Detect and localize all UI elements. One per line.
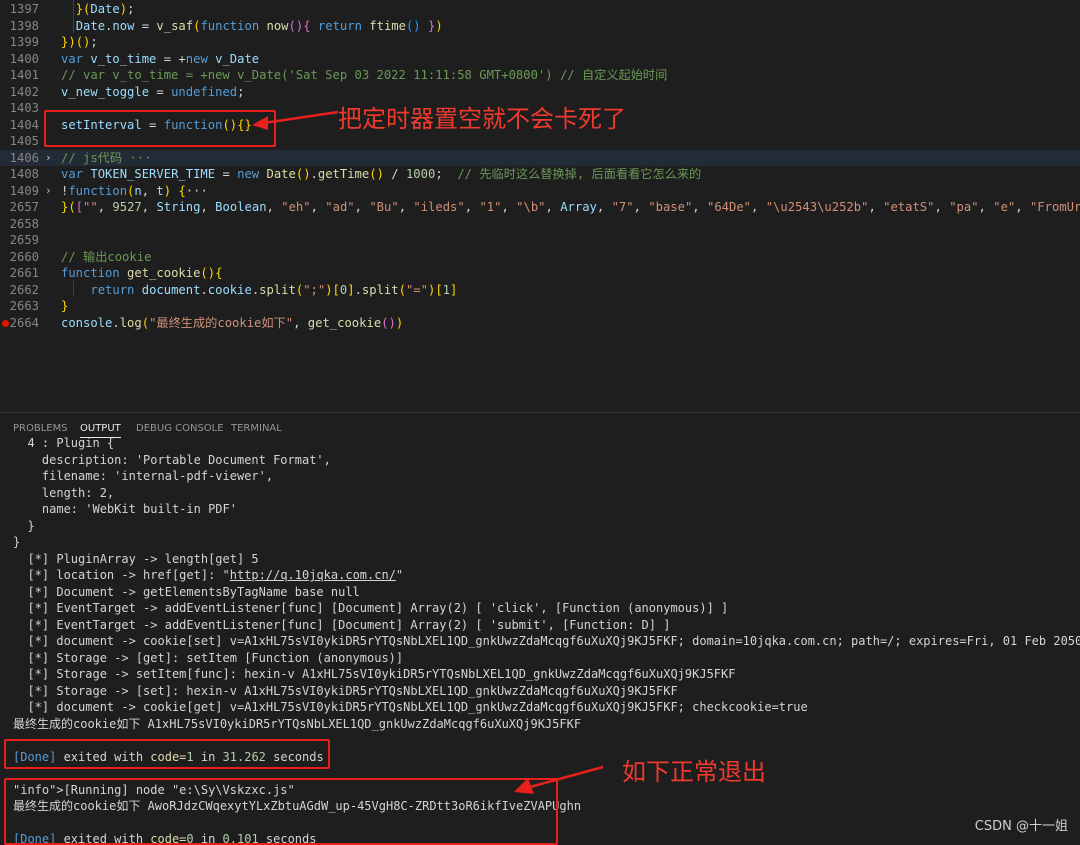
output-line: length: 2, [13, 485, 115, 500]
code-line: 1401 // var v_to_time = +new v_Date('Sat … [0, 67, 1080, 84]
line-number: 1397 [9, 2, 39, 16]
output-line: [*] EventTarget -> addEventListener[func… [13, 617, 671, 632]
code-line: 1408 var TOKEN_SERVER_TIME = new Date().g… [0, 166, 1080, 183]
code-text: // 输出cookie [61, 249, 152, 264]
code-text: }(Date); [75, 2, 135, 16]
code-text: return document.cookie.split(";")[0].spl… [90, 282, 458, 297]
output-line: [*] Storage -> [get]: setItem [Function … [13, 650, 404, 665]
code-editor[interactable]: 1397 }(Date); 1398 Date.now = v_saf(funct… [0, 0, 1080, 412]
code-line: 1399 })(); [0, 34, 1080, 51]
output-line: [*] Storage -> setItem[func]: hexin-v A1… [13, 667, 736, 681]
code-line: 2664 console.log("最终生成的cookie如下", get_coo… [0, 315, 1080, 332]
fold-chevron-icon[interactable]: › [45, 183, 52, 200]
output-line: [*] Document -> getElementsByTagName bas… [13, 584, 360, 599]
line-number: 1401 [9, 68, 39, 82]
output-line: 4 : Plugin { [13, 436, 115, 450]
code-text: })(); [61, 35, 98, 49]
output-line: [*] Storage -> [set]: hexin-v A1xHL75sVI… [13, 683, 678, 698]
code-line: 2662 return document.cookie.split(";")[0… [0, 282, 1080, 299]
line-number: 2657 [9, 200, 39, 214]
code-line: 1409 › !function(n, t) {··· [0, 183, 1080, 200]
tab-debug-console[interactable]: DEBUG CONSOLE [136, 423, 224, 434]
highlight-box-running [4, 778, 558, 845]
code-text: Date.now = v_saf(function now(){ return … [75, 18, 443, 33]
code-text: var v_to_time = +new v_Date [61, 51, 260, 66]
code-line: 2659 [0, 232, 1080, 249]
output-line: [*] PluginArray -> length[get] 5 [13, 551, 259, 566]
code-text: }(["", 9527, String, Boolean, "eh", "ad"… [61, 200, 1080, 214]
code-text: console.log("最终生成的cookie如下", get_cookie(… [61, 315, 404, 330]
line-number: 1399 [9, 35, 39, 49]
code-text: !function(n, t) {··· [61, 183, 208, 198]
code-text: // js代码 ··· [61, 150, 152, 165]
output-line: [*] document -> cookie[set] v=A1xHL75sVI… [13, 634, 1080, 648]
code-text: var TOKEN_SERVER_TIME = new Date().getTi… [61, 167, 702, 181]
code-line: 1400 var v_to_time = +new v_Date [0, 51, 1080, 68]
arrow-icon [514, 765, 604, 794]
output-line: filename: 'internal-pdf-viewer', [13, 469, 274, 483]
arrow-icon [252, 110, 339, 130]
code-line: 2658 [0, 216, 1080, 233]
code-text: function get_cookie(){ [61, 266, 223, 280]
output-line: [*] EventTarget -> addEventListener[func… [13, 601, 729, 615]
line-number: 1403 [9, 101, 39, 115]
tab-problems[interactable]: PROBLEMS [13, 423, 68, 434]
code-line: 1402 v_new_toggle = undefined; [0, 84, 1080, 101]
line-number: 2664 [9, 315, 39, 330]
output-line: } [13, 518, 35, 533]
line-number: 2659 [9, 233, 39, 247]
line-number: 1402 [9, 84, 39, 99]
line-number: 1408 [9, 167, 39, 181]
code-line: 2660 // 输出cookie [0, 249, 1080, 266]
annotation-top: 把定时器置空就不会卡死了 [338, 105, 626, 133]
code-line: 1398 Date.now = v_saf(function now(){ re… [0, 18, 1080, 35]
code-line: 1406 › // js代码 ··· [0, 149, 1080, 167]
line-number: 2658 [9, 216, 39, 231]
code-text: // var v_to_time = +new v_Date('Sat Sep … [61, 68, 668, 82]
line-number: 1400 [9, 51, 39, 66]
line-number: 2661 [9, 266, 39, 280]
highlight-box-setinterval [44, 110, 276, 147]
line-number: 1406 [9, 150, 39, 165]
code-text: v_new_toggle = undefined; [61, 84, 245, 99]
line-number: 2662 [9, 282, 39, 297]
tab-terminal[interactable]: TERMINAL [231, 423, 282, 434]
output-line: 最终生成的cookie如下 A1xHL75sVI0ykiDR5rYTQsNbLX… [13, 716, 582, 731]
line-number: 1405 [9, 134, 39, 148]
line-number: 1409 [9, 183, 39, 198]
line-number: 1404 [9, 117, 39, 132]
code-text: } [61, 299, 69, 313]
line-number: 2663 [9, 299, 39, 313]
watermark: CSDN @十一姐 [974, 819, 1068, 834]
output-line: [*] document -> cookie[get] v=A1xHL75sVI… [13, 700, 808, 714]
annotation-bottom: 如下正常退出 [622, 758, 766, 786]
output-line: description: 'Portable Document Format', [13, 452, 331, 467]
panel-tabs: PROBLEMS OUTPUT DEBUG CONSOLE TERMINAL [0, 413, 1080, 443]
line-number: 1398 [9, 18, 39, 33]
fold-chevron-icon[interactable]: › [45, 150, 52, 167]
output-line: name: 'WebKit built-in PDF' [13, 502, 237, 516]
code-line: 2663} [0, 298, 1080, 315]
code-line: 2661 function get_cookie(){ [0, 265, 1080, 282]
code-line: 1397 }(Date); [0, 1, 1080, 18]
code-line: 2657 }(["", 9527, String, Boolean, "eh", … [0, 199, 1080, 216]
output-line: [*] location -> href[get]: "http://q.10j… [13, 568, 404, 582]
output-line: } [13, 535, 21, 549]
line-number: 2660 [9, 249, 39, 264]
highlight-box-done-code1 [4, 739, 330, 769]
